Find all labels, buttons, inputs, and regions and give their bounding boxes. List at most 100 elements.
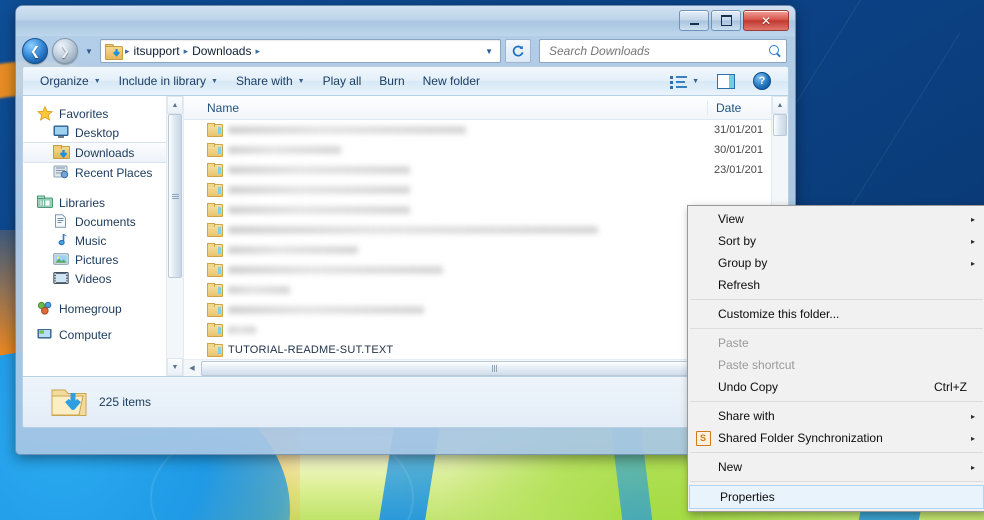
document-icon [53, 214, 69, 229]
menu-item-view[interactable]: View ▸ [688, 208, 984, 230]
sidebar-item-videos[interactable]: Videos [23, 269, 183, 288]
menu-item-properties[interactable]: Properties [689, 485, 984, 509]
minimize-button[interactable] [679, 10, 709, 31]
downloads-folder-icon [53, 145, 70, 160]
menu-item-paste: Paste [688, 332, 984, 354]
sidebar-item-pictures[interactable]: Pictures [23, 250, 183, 269]
star-icon [36, 105, 54, 121]
breadcrumb-downloads[interactable]: Downloads [189, 43, 254, 59]
menu-item-customize-this-folder[interactable]: Customize this folder... [688, 303, 984, 325]
toolbar-label: Include in library [118, 74, 207, 88]
back-button[interactable]: ❮ [22, 38, 48, 64]
menu-item-shared-folder-synchronization[interactable]: S Shared Folder Synchronization ▸ [688, 427, 984, 449]
table-row[interactable]: 23/01/201 [184, 160, 788, 180]
chevron-down-icon: ▼ [297, 77, 305, 85]
navpane-scroll-up-button[interactable]: ▲ [167, 96, 183, 114]
toolbar-organize-button[interactable]: Organize ▼ [31, 70, 110, 92]
search-input[interactable] [547, 43, 769, 59]
toolbar-label: Burn [379, 74, 405, 88]
chevron-down-icon: ▼ [211, 77, 218, 85]
menu-item-refresh[interactable]: Refresh [688, 274, 984, 296]
redacted-file-name [228, 226, 598, 234]
homegroup-icon [37, 301, 53, 316]
chevron-down-icon[interactable]: ▼ [692, 78, 699, 85]
menu-item-share-with[interactable]: Share with ▸ [688, 405, 984, 427]
folder-icon [207, 143, 223, 157]
sidebar-group-computer[interactable]: Computer [23, 329, 183, 341]
menu-item-group-by[interactable]: Group by ▸ [688, 252, 984, 274]
folder-icon [207, 263, 223, 277]
toolbar-play-all-button[interactable]: Play all [314, 70, 371, 92]
sidebar-item-label: Recent Places [75, 165, 153, 180]
search-icon[interactable] [769, 44, 782, 58]
history-dropdown-button[interactable]: ▼ [82, 47, 96, 56]
folder-icon [207, 183, 223, 197]
title-bar[interactable]: ✕ [16, 6, 795, 36]
sidebar-group-label: Libraries [59, 195, 106, 210]
scroll-left-button[interactable]: ◀ [184, 360, 200, 376]
recent-places-icon [53, 165, 69, 180]
redacted-file-name [228, 326, 256, 334]
breadcrumb-itsupport[interactable]: itsupport [131, 43, 183, 59]
sidebar-item-documents[interactable]: Documents [23, 212, 183, 231]
redacted-file-name [228, 166, 410, 174]
sidebar-item-recent-places[interactable]: Recent Places [23, 163, 183, 182]
maximize-button[interactable] [711, 10, 741, 31]
sidebar-item-music[interactable]: Music [23, 231, 183, 250]
explorer-window: ✕ ❮ ❯ ▼ ▸ itsupport ▸ Downloads ▸ ▼ Sear… [16, 6, 795, 454]
breadcrumb-separator[interactable]: ▸ [254, 46, 261, 57]
preview-pane-button[interactable] [708, 70, 744, 93]
sidebar-group-label: Computer [59, 329, 112, 341]
menu-separator [690, 401, 983, 402]
redacted-file-name [228, 246, 358, 254]
table-row[interactable]: 31/01/201 [184, 120, 788, 140]
file-list-scroll-thumb[interactable] [773, 114, 787, 136]
folder-icon [207, 283, 223, 297]
grip-icon [171, 193, 179, 199]
file-list-scroll-up-button[interactable]: ▲ [772, 96, 788, 114]
close-button[interactable]: ✕ [743, 10, 789, 31]
navpane-scroll-thumb[interactable] [168, 114, 182, 278]
address-bar-row: ❮ ❯ ▼ ▸ itsupport ▸ Downloads ▸ ▼ [16, 36, 795, 66]
column-header-name[interactable]: Name [184, 101, 707, 115]
redacted-file-name [228, 266, 443, 274]
toolbar-include-in-library-button[interactable]: Include in library ▼ [110, 70, 227, 92]
sidebar-group-homegroup[interactable]: Homegroup [23, 299, 183, 318]
menu-item-label: Refresh [718, 278, 761, 292]
sidebar-group-label: Homegroup [59, 301, 122, 316]
folder-icon [207, 203, 223, 217]
sidebar-group-label: Favorites [59, 106, 109, 121]
sidebar-item-downloads[interactable]: Downloads [23, 142, 177, 163]
menu-item-undo-copy[interactable]: Undo Copy Ctrl+Z [688, 376, 984, 398]
help-icon: ? [753, 72, 771, 90]
menu-item-label: Paste [718, 336, 749, 350]
forward-button[interactable]: ❯ [52, 38, 78, 64]
address-dropdown-icon[interactable]: ▼ [480, 47, 498, 56]
toolbar-share-with-button[interactable]: Share with ▼ [227, 70, 314, 92]
menu-separator [690, 299, 983, 300]
sidebar-item-label: Desktop [75, 125, 120, 140]
navpane-scroll-down-button[interactable]: ▼ [167, 358, 183, 376]
help-button[interactable]: ? [744, 68, 780, 94]
chevron-down-icon: ▼ [93, 77, 101, 85]
folder-icon [207, 123, 223, 137]
downloads-folder-icon [49, 384, 89, 420]
sync-s-icon: S [688, 430, 718, 446]
refresh-button[interactable] [505, 39, 531, 63]
toolbar-burn-button[interactable]: Burn [370, 70, 413, 92]
sidebar-group-libraries[interactable]: Libraries [23, 193, 183, 212]
address-bar[interactable]: ▸ itsupport ▸ Downloads ▸ ▼ [100, 39, 501, 63]
table-row[interactable]: 30/01/201 [184, 140, 788, 160]
table-row[interactable] [184, 180, 788, 200]
toolbar-new-folder-button[interactable]: New folder [414, 70, 489, 92]
menu-item-sort-by[interactable]: Sort by ▸ [688, 230, 984, 252]
downloads-folder-icon [105, 44, 123, 60]
sidebar-group-favorites[interactable]: Favorites [23, 104, 183, 123]
search-box[interactable] [539, 39, 787, 63]
folder-icon [207, 343, 223, 357]
change-view-button[interactable]: ▼ [661, 71, 708, 92]
menu-item-new[interactable]: New ▸ [688, 456, 984, 478]
sidebar-item-desktop[interactable]: Desktop [23, 123, 183, 142]
navpane-scrollbar[interactable]: ▲ ▼ [166, 96, 183, 376]
